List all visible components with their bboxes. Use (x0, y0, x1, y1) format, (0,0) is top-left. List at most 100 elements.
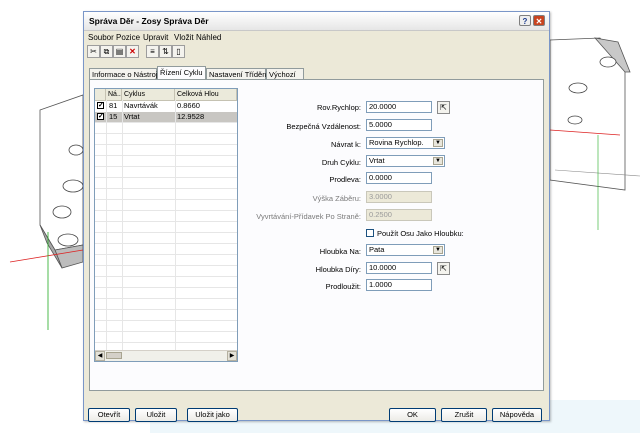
table-row[interactable]: ✓ 15 Vrtat 12.9528 (95, 112, 237, 122)
scroll-right-icon[interactable]: ▶ (227, 351, 237, 361)
menu-nahled[interactable]: Náhled (196, 33, 221, 42)
scissors-icon[interactable]: ✂ (87, 45, 100, 58)
list-column-divider (122, 100, 123, 352)
navrat-k-select[interactable]: Rovina Rychlop. ▼ (366, 137, 445, 149)
row-checkbox[interactable]: ✓ (97, 113, 104, 120)
pouzit-osu-checkbox[interactable] (366, 229, 374, 237)
row-cycle: Navrtávák (124, 101, 158, 110)
list-gridline (95, 287, 237, 288)
list-gridline (95, 199, 237, 200)
tab-strip: Informace o Nástroji Řízení Cyklu Nastav… (89, 66, 539, 80)
list-gridline (95, 155, 237, 156)
list-gridline (95, 221, 237, 222)
bezpecna-vzdalenost-label: Bezpečná Vzdálenost: (286, 122, 361, 131)
hloubka-diry-input[interactable]: 10.0000 (366, 262, 432, 274)
druh-cyklu-value: Vrtat (369, 156, 385, 165)
pick-cursor-icon[interactable]: ⇱ (437, 101, 450, 114)
navrat-k-value: Rovina Rychlop. (369, 138, 424, 147)
list-gridline (95, 309, 237, 310)
tab-vychozi[interactable]: Výchozí (266, 68, 304, 79)
prodlouzit-input[interactable]: 1.0000 (366, 279, 432, 291)
open-button[interactable]: Otevřít (88, 408, 130, 422)
save-button[interactable]: Uložit (135, 408, 177, 422)
list-gridline (95, 331, 237, 332)
druh-cyklu-select[interactable]: Vrtat ▼ (366, 155, 445, 167)
sort-icon[interactable]: ⇅ (159, 45, 172, 58)
row-number: 15 (109, 112, 118, 121)
list-gridline (95, 188, 237, 189)
prodlouzit-label: Prodloužit: (325, 282, 361, 291)
menu-pozice[interactable]: Pozice (116, 33, 140, 42)
help-title-button[interactable]: ? (519, 15, 531, 26)
save-as-button[interactable]: Uložit jako (187, 408, 238, 422)
cancel-button[interactable]: Zrušit (441, 408, 487, 422)
hloubka-na-value: Pata (369, 245, 385, 254)
table-row[interactable]: ✓ 81 Navrtávák 0.8660 (95, 101, 237, 111)
menu-upravit[interactable]: Upravit (143, 33, 168, 42)
col-total-depth[interactable]: Celková Hlou (175, 89, 237, 100)
list-column-divider (175, 100, 176, 352)
col-cycle[interactable]: Cyklus (122, 89, 175, 100)
hloubka-diry-label: Hloubka Díry: (315, 265, 361, 274)
list-gridline (95, 232, 237, 233)
hloubka-na-label: Hloubka Na: (319, 247, 361, 256)
horizontal-scrollbar[interactable]: ◀ ▶ (95, 350, 237, 361)
scroll-thumb[interactable] (106, 352, 122, 359)
menu-bar: Soubor Pozice Upravit Vložit Náhled (84, 31, 549, 44)
list-gridline (95, 122, 237, 123)
chevron-down-icon[interactable]: ▼ (433, 157, 443, 165)
col-number[interactable]: Ná... (106, 89, 122, 100)
chevron-down-icon[interactable]: ▼ (433, 246, 443, 254)
tab-informace-o-nastroji[interactable]: Informace o Nástroji (89, 68, 159, 79)
list-gridline (95, 265, 237, 266)
paste-icon[interactable]: ▤ (113, 45, 126, 58)
list-gridline (95, 276, 237, 277)
list-gridline (95, 133, 237, 134)
list-gridline (95, 320, 237, 321)
pouzit-osu-label: Použít Osu Jako Hloubku: (377, 229, 464, 238)
navrat-k-label: Návrat k: (330, 140, 361, 149)
bezpecna-vzdalenost-input[interactable]: 5.0000 (366, 119, 432, 131)
tab-nastaveni-trideni[interactable]: Nastavení Třídění (206, 68, 268, 79)
row-depth: 0.8660 (177, 101, 200, 110)
vyvrtavani-pridavek-input: 0.2500 (366, 209, 432, 221)
chevron-down-icon[interactable]: ▼ (433, 139, 443, 147)
toolbar: ✂ ⧉ ▤ ✕ ≡ ⇅ ▯ (84, 44, 549, 60)
scroll-left-icon[interactable]: ◀ (95, 351, 105, 361)
list-header: Ná... Cyklus Celková Hlou (95, 89, 237, 101)
row-number: 81 (109, 101, 118, 110)
close-button[interactable]: ✕ (533, 15, 545, 26)
prodleva-label: Prodleva: (329, 175, 361, 184)
druh-cyklu-label: Druh Cyklu: (321, 158, 361, 167)
tab-rizeni-cyklu[interactable]: Řízení Cyklu (157, 66, 206, 80)
cycle-list[interactable]: Ná... Cyklus Celková Hlou ✓ 81 Navrtávák… (94, 88, 238, 362)
pick-cursor-icon[interactable]: ⇱ (437, 262, 450, 275)
menu-soubor[interactable]: Soubor (88, 33, 114, 42)
hole-manager-dialog: Správa Děr - Zosy Správa Děr ? ✕ Soubor … (83, 11, 550, 422)
list-gridline (95, 177, 237, 178)
col-checkbox[interactable] (95, 89, 106, 100)
row-cycle: Vrtat (124, 112, 140, 121)
list-gridline (95, 243, 237, 244)
delete-x-icon[interactable]: ✕ (126, 45, 139, 58)
prodleva-input[interactable]: 0.0000 (366, 172, 432, 184)
preview-icon[interactable]: ▯ (172, 45, 185, 58)
row-checkbox[interactable]: ✓ (97, 102, 104, 109)
list-gridline (95, 166, 237, 167)
title-bar[interactable]: Správa Děr - Zosy Správa Děr ? ✕ (84, 12, 549, 31)
ok-button[interactable]: OK (389, 408, 436, 422)
vyska-zaberu-label: Výška Záběru: (312, 194, 361, 203)
vyvrtavani-pridavek-label: Vyvrtávání-Přídavek Po Straně: (256, 212, 361, 221)
menu-vlozit[interactable]: Vložit (174, 33, 194, 42)
hloubka-na-select[interactable]: Pata ▼ (366, 244, 445, 256)
list-gridline (95, 342, 237, 343)
rov-rychlop-label: Rov.Rychlop: (316, 103, 361, 112)
help-button[interactable]: Nápověda (492, 408, 542, 422)
rov-rychlop-input[interactable]: 20.0000 (366, 101, 432, 113)
copy-icon[interactable]: ⧉ (100, 45, 113, 58)
list-gridline (95, 144, 237, 145)
align-icon[interactable]: ≡ (146, 45, 159, 58)
list-column-divider (106, 100, 107, 352)
vyska-zaberu-input: 3.0000 (366, 191, 432, 203)
window-title: Správa Děr - Zosy Správa Děr (89, 16, 209, 26)
